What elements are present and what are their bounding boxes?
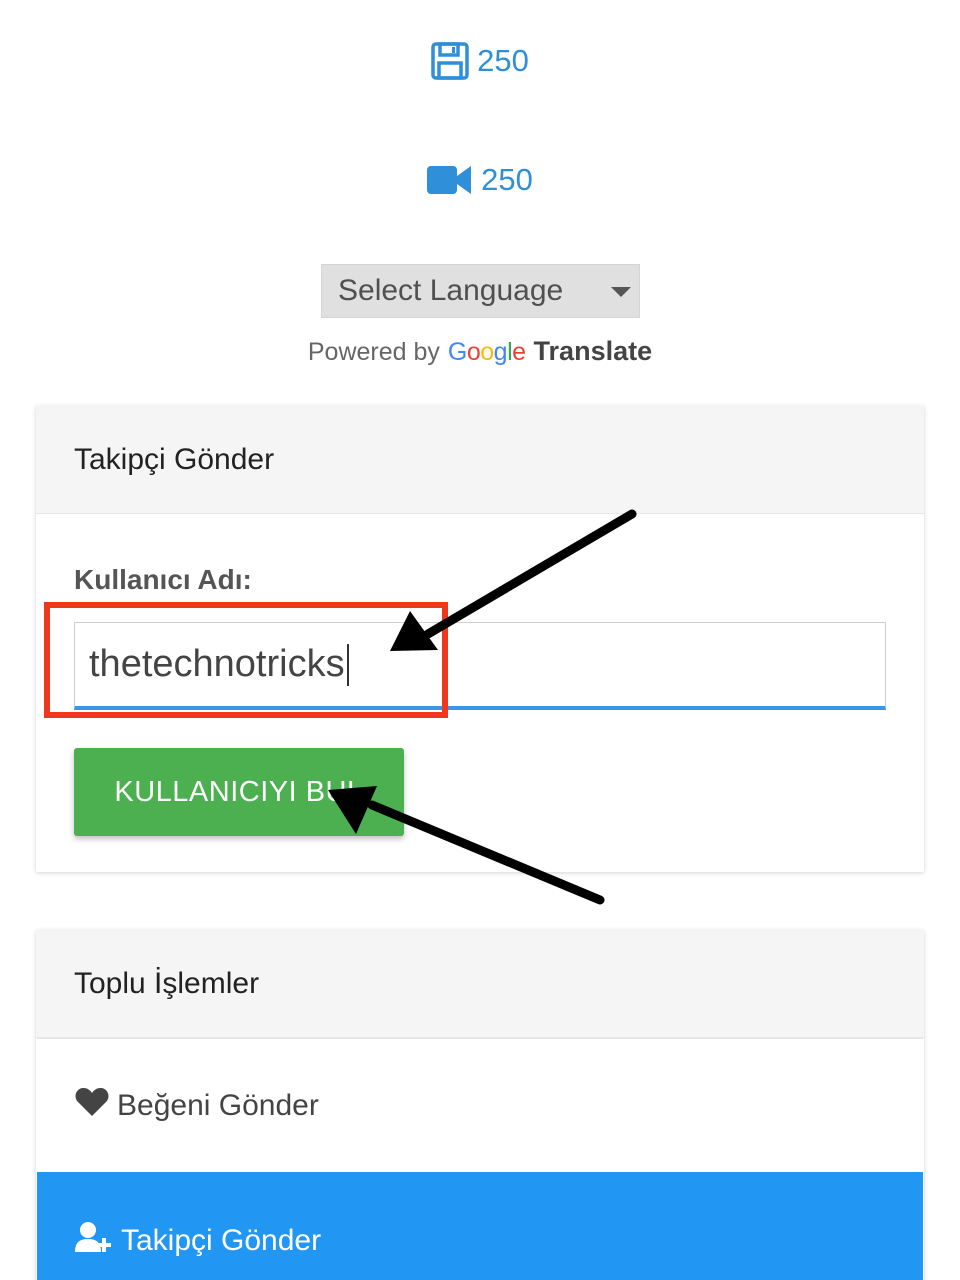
powered-by-google-translate[interactable]: Powered by Google Translate — [0, 336, 960, 367]
heart-icon — [75, 1087, 109, 1125]
username-label: Kullanıcı Adı: — [74, 564, 252, 595]
language-select[interactable]: Select Language — [321, 264, 640, 318]
list-item-send-followers[interactable]: Takipçi Gönder — [37, 1172, 923, 1280]
text-cursor — [346, 643, 349, 686]
video-camera-icon — [427, 163, 473, 197]
list-item-send-likes[interactable]: Beğeni Gönder — [37, 1038, 923, 1172]
credit-value-video: 250 — [481, 162, 533, 197]
google-logo-letter: o — [480, 338, 494, 366]
card-title: Takipçi Gönder — [36, 406, 924, 514]
credit-row-video: 250 — [0, 162, 960, 198]
language-select-value: Select Language — [338, 274, 564, 307]
google-logo: Google — [448, 338, 526, 367]
list-item-label: Takipçi Gönder — [121, 1224, 322, 1257]
google-logo-letter: g — [493, 338, 508, 366]
chevron-down-icon — [611, 287, 631, 297]
list-item-label: Beğeni Gönder — [117, 1088, 319, 1122]
user-plus-icon — [75, 1221, 113, 1261]
credit-value-storage: 250 — [477, 43, 529, 78]
find-user-button[interactable]: KULLANICIYI BUL — [74, 748, 404, 836]
google-logo-letter: G — [447, 338, 467, 366]
floppy-disk-icon — [431, 42, 469, 80]
username-input[interactable]: thetechnotricks — [74, 622, 886, 710]
powered-by-label: Powered by — [307, 338, 440, 366]
credit-row-storage: 250 — [0, 42, 960, 80]
username-input-value: thetechnotricks — [89, 643, 345, 685]
google-logo-letter: e — [512, 338, 526, 366]
bulk-operations-card: Toplu İşlemler Beğeni Gönder Takipçi Gön… — [36, 930, 924, 1280]
translate-link[interactable]: Translate — [534, 336, 653, 367]
send-followers-card: Takipçi Gönder Kullanıcı Adı: thetechnot… — [36, 406, 924, 872]
google-logo-letter: o — [466, 338, 481, 366]
card-title: Toplu İşlemler — [36, 930, 924, 1038]
